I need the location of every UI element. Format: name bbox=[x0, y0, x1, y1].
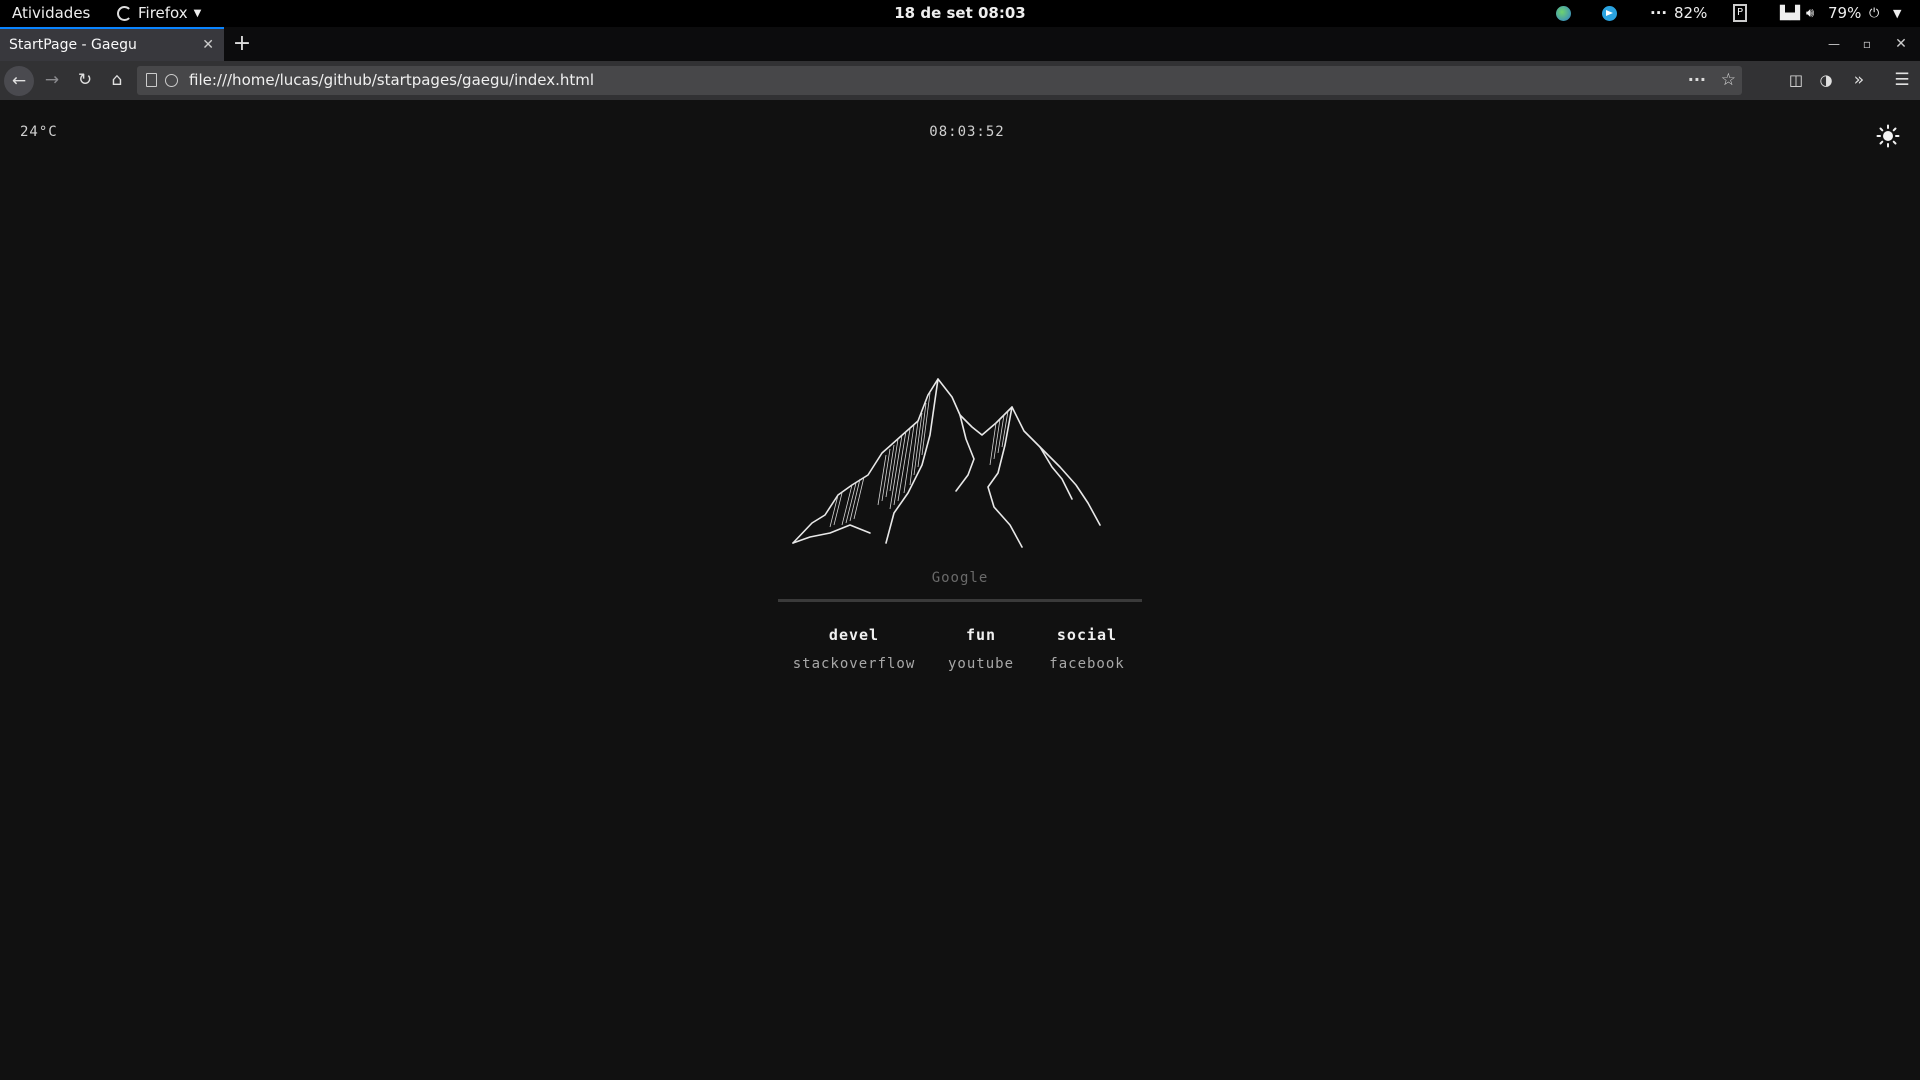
battery-percentage: 82% bbox=[1674, 4, 1708, 22]
url-bar[interactable]: file:///home/lucas/github/startpages/gae… bbox=[137, 66, 1742, 95]
page-actions-icon[interactable]: ··· bbox=[1688, 66, 1706, 93]
hamburger-menu-icon[interactable]: ☰ bbox=[1891, 66, 1913, 95]
reload-button[interactable]: ↻ bbox=[71, 66, 99, 95]
volume-icon: 🔊︎ bbox=[1806, 6, 1815, 21]
new-tab-button[interactable]: + bbox=[232, 27, 252, 61]
bookmark-star-icon[interactable]: ☆ bbox=[1721, 66, 1736, 95]
tray-more-icon[interactable]: ··· bbox=[1650, 0, 1667, 27]
network-icon: ▙▟ bbox=[1780, 6, 1800, 21]
page-clock: 08:03:52 bbox=[929, 124, 1005, 140]
extension-icon[interactable]: ◑ bbox=[1815, 66, 1837, 95]
link-group-title: social bbox=[1056, 626, 1118, 644]
tab-strip: StartPage - Gaegu ✕ + — ▫ ✕ bbox=[0, 27, 1920, 61]
link-group-devel: devel stackoverflow bbox=[793, 626, 916, 672]
link-group-social: social facebook bbox=[1049, 626, 1124, 672]
window-minimize-button[interactable]: — bbox=[1824, 27, 1844, 61]
url-text[interactable]: file:///home/lucas/github/startpages/gae… bbox=[189, 66, 594, 95]
link-facebook[interactable]: facebook bbox=[1049, 656, 1124, 672]
volume-percentage: 79% bbox=[1828, 4, 1862, 22]
telegram-icon[interactable] bbox=[1602, 6, 1617, 21]
link-group-title: devel bbox=[828, 626, 880, 644]
window-close-button[interactable]: ✕ bbox=[1891, 27, 1911, 61]
globe-icon[interactable] bbox=[1556, 6, 1571, 21]
startpage-content: 24°C 08:03:52 Google devel stackoverflow… bbox=[0, 100, 1920, 1080]
system-top-bar: Atividades Firefox ▼ 18 de set 08:03 ···… bbox=[0, 0, 1920, 27]
link-group-fun: fun youtube bbox=[948, 626, 1014, 672]
window-restore-button[interactable]: ▫ bbox=[1857, 27, 1877, 61]
back-button[interactable]: ← bbox=[4, 66, 34, 96]
home-button[interactable]: ⌂ bbox=[103, 66, 131, 95]
tab-close-icon[interactable]: ✕ bbox=[202, 29, 214, 61]
tab-title: StartPage - Gaegu bbox=[9, 37, 137, 53]
search-input[interactable] bbox=[778, 566, 1142, 602]
system-clock[interactable]: 18 de set 08:03 bbox=[0, 0, 1920, 27]
power-icon: ⏻ bbox=[1869, 6, 1880, 21]
p-icon[interactable]: P bbox=[1733, 4, 1747, 22]
link-group-title: fun bbox=[965, 626, 997, 644]
forward-button[interactable]: → bbox=[38, 66, 66, 95]
link-youtube[interactable]: youtube bbox=[948, 656, 1014, 672]
link-stackoverflow[interactable]: stackoverflow bbox=[793, 656, 916, 672]
system-menu-arrow-icon[interactable]: ▼ bbox=[1893, 0, 1901, 27]
site-info-icon[interactable] bbox=[165, 74, 178, 87]
mountain-logo bbox=[792, 378, 1101, 548]
page-icon[interactable] bbox=[146, 73, 157, 87]
sun-icon[interactable] bbox=[1876, 124, 1900, 148]
navigation-toolbar: ← → ↻ ⌂ file:///home/lucas/github/startp… bbox=[0, 61, 1920, 100]
tab-startpage[interactable]: StartPage - Gaegu ✕ bbox=[0, 27, 224, 61]
overflow-menu-icon[interactable]: » bbox=[1848, 66, 1870, 95]
sidebar-icon[interactable]: ◫ bbox=[1785, 66, 1807, 95]
